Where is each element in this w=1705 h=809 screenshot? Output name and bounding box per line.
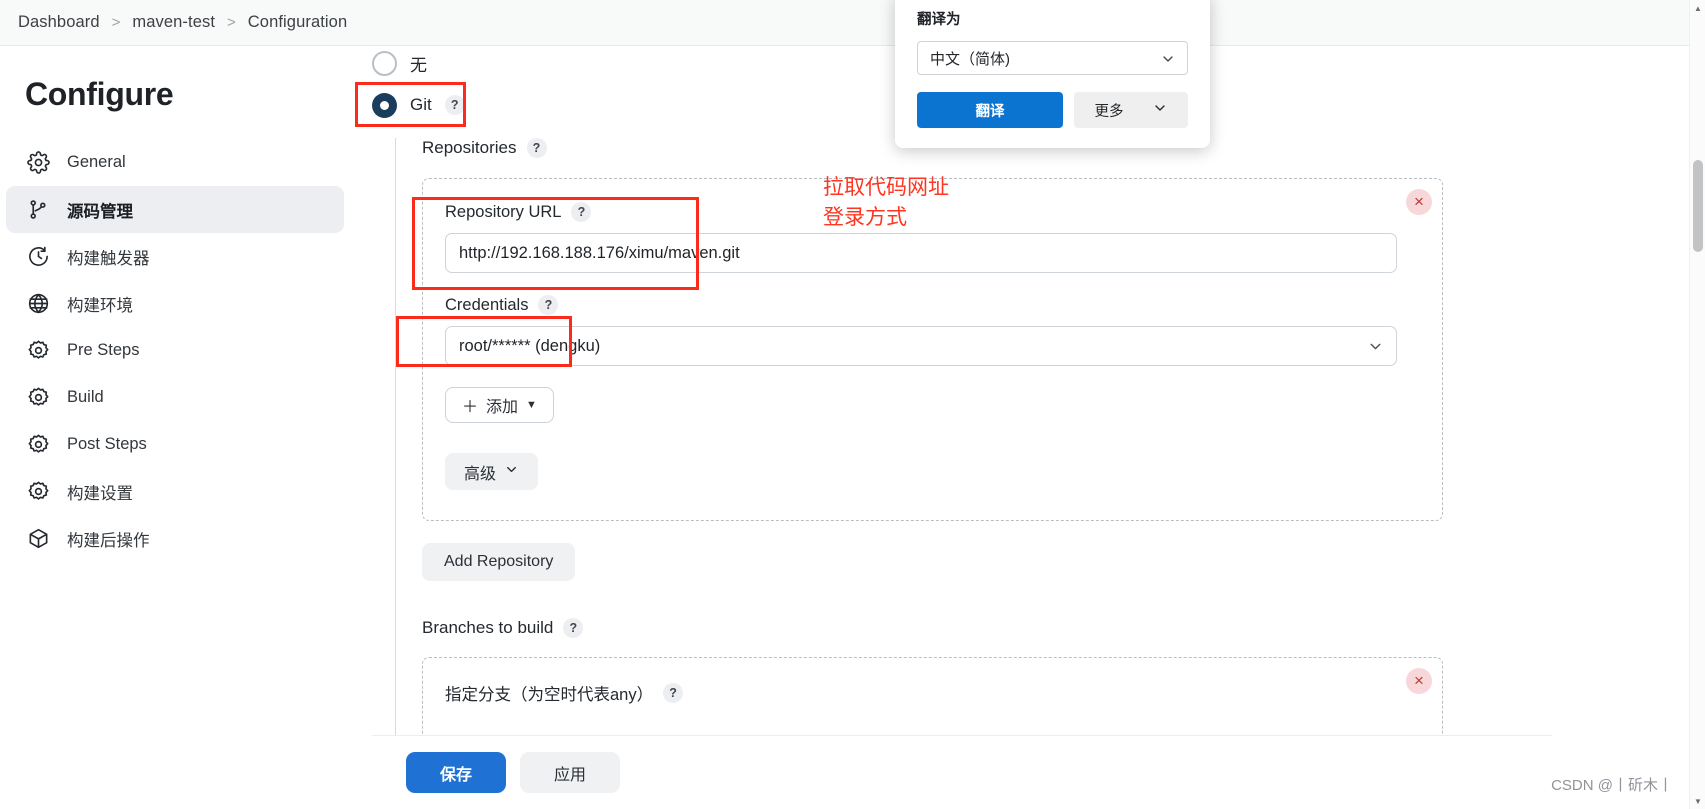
sidebar-item-build[interactable]: Build: [6, 374, 344, 421]
help-icon[interactable]: ?: [563, 618, 584, 638]
gear-icon: [27, 480, 50, 503]
advanced-button[interactable]: 高级: [445, 453, 539, 490]
remove-branch-button[interactable]: ×: [1406, 668, 1432, 694]
translate-popup: 翻译为 中文（简体) 翻译 更多: [895, 0, 1210, 148]
annotation-note: 拉取代码网址 登录方式: [823, 176, 949, 229]
clock-icon: [27, 245, 50, 268]
watermark: CSDN @丨斫木丨: [1551, 777, 1673, 794]
sidebar-item-label: Post Steps: [67, 435, 147, 453]
breadcrumb-item-configuration[interactable]: Configuration: [240, 13, 355, 32]
credentials-select-wrap: root/****** (dengku): [445, 326, 1397, 366]
branches-label-row: Branches to build ?: [422, 618, 1443, 638]
add-credentials-prefix: ＋: [462, 399, 479, 416]
sidebar-item-pre-steps[interactable]: Pre Steps: [6, 327, 344, 374]
repository-url-input[interactable]: [445, 233, 1397, 273]
help-icon[interactable]: ?: [571, 202, 592, 222]
help-icon[interactable]: ?: [444, 95, 465, 115]
sidebar-item-label: Build: [67, 388, 104, 406]
package-icon: [27, 527, 50, 550]
radio-circle-selected-icon[interactable]: [372, 92, 397, 118]
add-repository-label: Add Repository: [444, 553, 554, 570]
apply-button[interactable]: 应用: [520, 752, 620, 793]
credentials-select[interactable]: root/****** (dengku): [445, 326, 1397, 366]
form-actions: 保存 应用: [372, 735, 1552, 809]
sidebar-item-source-code-management[interactable]: 源码管理: [6, 186, 344, 233]
help-icon[interactable]: ?: [663, 683, 684, 703]
sidebar-item-post-steps[interactable]: Post Steps: [6, 421, 344, 468]
apply-label: 应用: [553, 766, 586, 784]
sidebar-item-post-build-actions[interactable]: 构建后操作: [6, 515, 344, 562]
credentials-label-row: Credentials ?: [445, 295, 1420, 315]
sidebar-item-label: 构建后操作: [67, 531, 150, 550]
breadcrumb-item-dashboard[interactable]: Dashboard: [10, 13, 108, 32]
translate-popup-title: 翻译为: [917, 12, 961, 28]
branches-to-build-label: Branches to build: [422, 618, 554, 637]
translate-popup-actions: 翻译 更多: [917, 92, 1188, 128]
breadcrumb-item-maven-test[interactable]: maven-test: [124, 13, 223, 32]
chevron-down-icon[interactable]: [1367, 338, 1384, 360]
save-label: 保存: [439, 766, 472, 784]
sidebar-item-build-environment[interactable]: 构建环境: [6, 280, 344, 327]
repositories-label: Repositories: [422, 138, 517, 157]
credentials-selected-value: root/****** (dengku): [459, 336, 601, 355]
translate-language-select[interactable]: 中文（简体): [917, 41, 1188, 75]
sidebar-item-label: 构建设置: [67, 484, 133, 503]
page-title: Configure: [25, 76, 174, 112]
translate-language-value: 中文（简体): [930, 50, 1010, 68]
credentials-label: Credentials: [445, 295, 529, 314]
sidebar-item-build-triggers[interactable]: 构建触发器: [6, 233, 344, 280]
globe-icon: [27, 292, 50, 315]
caret-down-icon: ▼: [526, 399, 537, 411]
chevron-down-icon: [504, 462, 519, 482]
help-icon[interactable]: ?: [538, 295, 559, 315]
scroll-down-arrow-icon[interactable]: ▼: [1690, 793, 1705, 809]
source-branch-icon: [27, 198, 50, 221]
advanced-label: 高级: [464, 465, 497, 483]
breadcrumb: Dashboard > maven-test > Configuration: [0, 0, 1705, 46]
branch-spec-label: 指定分支（为空时代表any）: [445, 686, 654, 704]
sidebar: Configure General 源码管理 构建触发器 构建环境 Pre St…: [0, 46, 372, 809]
sidebar-item-label: 构建触发器: [67, 249, 150, 268]
right-gutter: [1552, 46, 1689, 809]
sidebar-item-label: General: [67, 153, 126, 171]
sidebar-item-label: Pre Steps: [67, 341, 140, 359]
sidebar-item-label: 构建环境: [67, 296, 133, 315]
breadcrumb-separator: >: [227, 14, 236, 31]
radio-label-git: Git: [410, 95, 432, 114]
scrollbar-thumb[interactable]: [1693, 160, 1703, 252]
repository-url-label: Repository URL: [445, 202, 562, 221]
radio-label-none: 无: [410, 55, 427, 75]
scm-form: 无 Git ? Repositories ? × Repository URL …: [372, 46, 1552, 809]
add-credentials-button[interactable]: ＋ 添加 ▼: [445, 387, 554, 423]
scrollbar[interactable]: ▲ ▼: [1689, 0, 1705, 809]
add-credentials-label: 添加: [486, 399, 519, 416]
chevron-down-icon: [1160, 51, 1176, 71]
app-root: Dashboard > maven-test > Configuration C…: [0, 0, 1705, 809]
radio-option-none[interactable]: 无: [372, 46, 427, 80]
gear-icon: [27, 386, 50, 409]
remove-repository-button[interactable]: ×: [1406, 189, 1432, 215]
add-repository-button[interactable]: Add Repository: [422, 543, 576, 581]
breadcrumb-separator: >: [111, 14, 121, 31]
save-button[interactable]: 保存: [406, 752, 506, 793]
chevron-down-icon: [1152, 100, 1168, 120]
sidebar-item-build-settings[interactable]: 构建设置: [6, 468, 344, 515]
sidebar-item-general[interactable]: General: [6, 139, 344, 186]
help-icon[interactable]: ?: [526, 138, 547, 158]
more-label: 更多: [1094, 103, 1124, 120]
scroll-up-arrow-icon[interactable]: ▲: [1690, 0, 1705, 16]
sidebar-item-label: 源码管理: [67, 202, 133, 221]
gear-icon: [27, 151, 50, 174]
radio-circle-icon[interactable]: [372, 50, 397, 76]
branch-spec-label-row: 指定分支（为空时代表any） ?: [445, 681, 1420, 705]
gear-icon: [27, 433, 50, 456]
gear-icon: [27, 339, 50, 362]
more-button[interactable]: 更多: [1074, 92, 1188, 128]
translate-button[interactable]: 翻译: [917, 92, 1063, 128]
radio-option-git[interactable]: Git ?: [372, 88, 465, 122]
